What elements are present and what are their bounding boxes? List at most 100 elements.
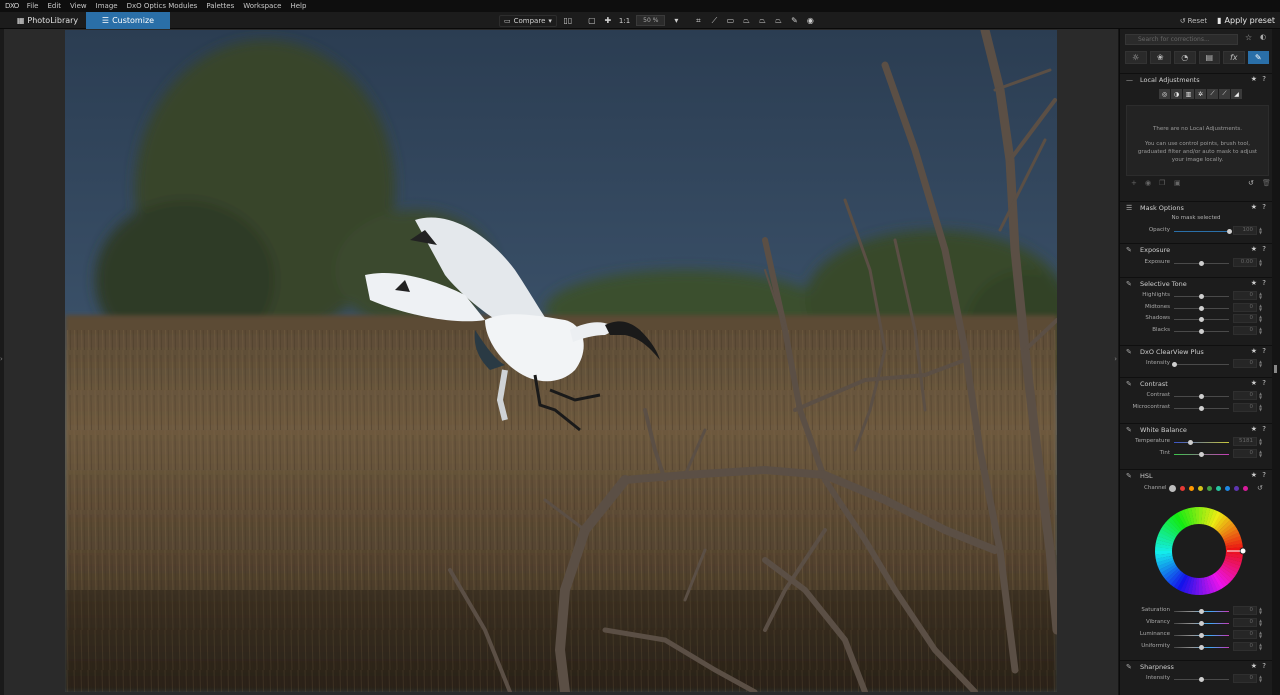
- apply-preset-button[interactable]: ▮ Apply preset: [1217, 16, 1275, 25]
- value-field[interactable]: 0: [1233, 314, 1257, 324]
- slider-knob[interactable]: [1199, 645, 1204, 650]
- value-field[interactable]: 0: [1233, 674, 1257, 683]
- tab-customize[interactable]: ☰ Customize: [86, 12, 170, 29]
- visibility-icon[interactable]: ◉: [1145, 179, 1151, 187]
- hsl-color-wheel[interactable]: [1149, 501, 1249, 601]
- channel-dot[interactable]: [1216, 486, 1221, 491]
- stepper-icon[interactable]: ▲ ▼: [1259, 392, 1262, 400]
- stepper-icon[interactable]: ▲ ▼: [1259, 450, 1262, 458]
- section-header[interactable]: ✎ Sharpness ★?: [1123, 661, 1269, 673]
- channel-dot[interactable]: [1180, 486, 1185, 491]
- one-to-one-button[interactable]: 1:1: [619, 17, 630, 25]
- slider-knob[interactable]: [1199, 609, 1204, 614]
- stepper-icon[interactable]: ▲ ▼: [1259, 327, 1262, 335]
- control-line-icon[interactable]: ✲: [1195, 89, 1206, 99]
- star-icon[interactable]: ★: [1251, 425, 1257, 433]
- brush-icon[interactable]: ⟋: [1207, 89, 1218, 99]
- channel-dot[interactable]: [1169, 485, 1176, 492]
- star-icon[interactable]: ★: [1251, 245, 1257, 253]
- trash-icon[interactable]: 🗑: [1262, 179, 1271, 187]
- value-field[interactable]: 0: [1233, 359, 1257, 368]
- slider-knob[interactable]: [1199, 317, 1204, 323]
- slider-knob[interactable]: [1199, 452, 1204, 457]
- copy-icon[interactable]: ▣: [1174, 179, 1181, 187]
- section-header[interactable]: ✎ HSL ★?: [1123, 470, 1269, 482]
- menu-file[interactable]: File: [27, 2, 39, 10]
- color-tab-icon[interactable]: ❀: [1149, 51, 1171, 64]
- control-point-icon[interactable]: ◎: [1159, 89, 1170, 99]
- stepper-icon[interactable]: ▲ ▼: [1259, 292, 1262, 300]
- star-icon[interactable]: ★: [1251, 379, 1257, 387]
- section-header[interactable]: — Local Adjustments ★ ?: [1123, 74, 1269, 86]
- slider-knob[interactable]: [1199, 294, 1204, 299]
- repair-icon[interactable]: ✎: [789, 16, 799, 26]
- eye-icon[interactable]: ◉: [805, 16, 815, 26]
- star-icon[interactable]: ★: [1251, 203, 1257, 211]
- menu-optics-modules[interactable]: DxO Optics Modules: [127, 2, 198, 10]
- slider-knob[interactable]: [1188, 440, 1193, 445]
- collapse-right-icon[interactable]: ›: [1114, 355, 1117, 363]
- slider-knob[interactable]: [1199, 305, 1204, 311]
- stepper-icon[interactable]: ▲ ▼: [1259, 607, 1262, 615]
- wheel-handle[interactable]: [1239, 547, 1247, 555]
- value-field[interactable]: 5181: [1233, 437, 1257, 446]
- stepper-icon[interactable]: ▲ ▼: [1259, 438, 1262, 446]
- value-field[interactable]: 0: [1233, 403, 1257, 412]
- help-icon[interactable]: ?: [1262, 347, 1266, 355]
- eye-toggle-icon[interactable]: ◐: [1260, 33, 1266, 41]
- stepper-icon[interactable]: ▲ ▼: [1259, 303, 1262, 312]
- add-icon[interactable]: +: [1131, 179, 1137, 187]
- geometry-tab-icon[interactable]: ▤: [1198, 51, 1220, 64]
- star-icon[interactable]: ★: [1251, 471, 1257, 479]
- section-header[interactable]: ✎ Selective Tone ★?: [1123, 278, 1269, 290]
- slider-knob[interactable]: [1226, 229, 1232, 234]
- section-header[interactable]: ✎ DxO ClearView Plus ★?: [1123, 346, 1269, 358]
- menu-help[interactable]: Help: [290, 2, 306, 10]
- menu-edit[interactable]: Edit: [47, 2, 61, 10]
- detail-tab-icon[interactable]: ◔: [1174, 51, 1196, 64]
- value-field[interactable]: 0: [1233, 642, 1257, 651]
- slider-knob[interactable]: [1199, 633, 1204, 638]
- star-icon[interactable]: ☆: [1245, 33, 1252, 42]
- compare-button[interactable]: ▭ Compare ▾: [499, 14, 557, 27]
- tab-photolibrary[interactable]: ▦ PhotoLibrary: [10, 12, 85, 29]
- help-icon[interactable]: ?: [1262, 75, 1266, 83]
- star-icon[interactable]: ★: [1251, 279, 1257, 287]
- slider-knob[interactable]: [1199, 406, 1204, 411]
- auto-mask-icon[interactable]: ◑: [1171, 89, 1182, 99]
- value-field[interactable]: 0.00: [1233, 258, 1257, 267]
- perspective-icon[interactable]: ⏢: [741, 16, 751, 26]
- stepper-icon[interactable]: ▲ ▼: [1259, 315, 1262, 323]
- value-field[interactable]: 0: [1233, 391, 1257, 400]
- section-header[interactable]: ✎ Exposure ★?: [1123, 244, 1269, 256]
- slider-knob[interactable]: [1199, 394, 1204, 399]
- slider-track[interactable]: [1174, 364, 1229, 365]
- stepper-icon[interactable]: ▲ ▼: [1259, 227, 1262, 235]
- expand-left-icon[interactable]: ›: [0, 355, 3, 363]
- help-icon[interactable]: ?: [1262, 662, 1266, 670]
- search-input[interactable]: Search for corrections...: [1125, 34, 1238, 45]
- value-field[interactable]: 0: [1233, 291, 1257, 300]
- fit-screen-icon[interactable]: ▢: [587, 16, 597, 26]
- reset-icon[interactable]: ↺: [1248, 179, 1254, 187]
- value-field[interactable]: 0: [1233, 606, 1257, 615]
- stepper-icon[interactable]: ▲ ▼: [1259, 360, 1262, 368]
- help-icon[interactable]: ?: [1262, 379, 1266, 387]
- slider-knob[interactable]: [1199, 677, 1204, 682]
- menu-view[interactable]: View: [70, 2, 87, 10]
- stepper-icon[interactable]: ▲ ▼: [1259, 404, 1262, 412]
- local-adjustments-tab-icon[interactable]: ✎: [1247, 51, 1269, 64]
- slider-knob[interactable]: [1199, 621, 1204, 626]
- reset-icon[interactable]: ↺: [1257, 484, 1263, 492]
- duplicate-icon[interactable]: ❐: [1159, 179, 1165, 187]
- stepper-icon[interactable]: ▲ ▼: [1259, 631, 1262, 639]
- slider-knob[interactable]: [1199, 329, 1204, 335]
- light-tab-icon[interactable]: ☼: [1125, 51, 1147, 64]
- value-field[interactable]: 0: [1233, 630, 1257, 639]
- zoom-level[interactable]: 50 %: [636, 15, 666, 26]
- stepper-icon[interactable]: ▲ ▼: [1259, 619, 1262, 627]
- channel-dot[interactable]: [1198, 486, 1203, 491]
- move-icon[interactable]: ✚: [603, 16, 613, 26]
- eyedropper-icon[interactable]: ⟋: [709, 16, 719, 26]
- star-icon[interactable]: ★: [1251, 662, 1257, 670]
